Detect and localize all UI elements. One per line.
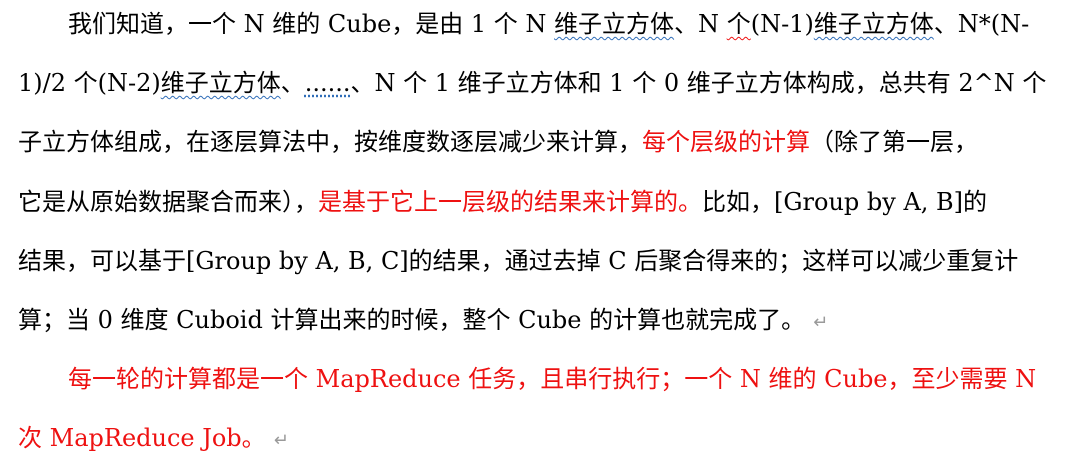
text-segment: 比如，[Group by A, B]的	[702, 188, 988, 216]
paragraph-2-line-1: 每一轮的计算都是一个 MapReduce 任务，且串行执行；一个 N 维的 Cu…	[68, 364, 1036, 394]
text-segment: (N-1)	[750, 10, 814, 38]
spelling-underlined-text: 个	[726, 10, 751, 38]
paragraph-1-line-5: 结果，可以基于[Group by A, B, C]的结果，通过去掉 C 后聚合得…	[18, 246, 1018, 276]
paragraph-1-line-2: 1)/2 个(N-2)维子立方体、......、N 个 1 维子立方体和 1 个…	[18, 68, 1046, 98]
grammar-underlined-text: 维子立方体	[554, 10, 675, 38]
highlighted-red-text: 是基于它上一层级的结果来计算的。	[318, 188, 702, 216]
paragraph-2-line-2: 次 MapReduce Job。 ↵	[18, 423, 289, 453]
text-segment: 结果，可以基于[Group by A, B, C]的结果，通过去掉 C 后聚合得…	[18, 247, 1019, 275]
highlighted-red-text: 每个层级的计算	[642, 128, 810, 156]
paragraph-1-line-6: 算；当 0 维度 Cuboid 计算出来的时候，整个 Cube 的计算也就完成了…	[18, 305, 828, 335]
paragraph-1-line-1: 我们知道，一个 N 维的 Cube，是由 1 个 N 维子立方体、N 个(N-1…	[68, 9, 1029, 39]
paragraph-1-line-3: 子立方体组成，在逐层算法中，按维度数逐层减少来计算，每个层级的计算（除了第一层，	[18, 127, 978, 157]
grammar-underlined-text: 维子立方体	[813, 10, 934, 38]
text-segment: 、N*(N-	[933, 10, 1030, 38]
text-segment: 算；当 0 维度 Cuboid 计算出来的时候，整个 Cube 的计算也就完成了…	[18, 306, 806, 334]
text-segment: 次 MapReduce Job。	[18, 424, 266, 452]
text-segment: （除了第一层，	[810, 128, 978, 156]
paragraph-mark-icon: ↵	[273, 430, 289, 451]
text-segment: 、N 个 1 维子立方体和 1 个 0 维子立方体构成，总共有 2^N 个	[350, 69, 1047, 97]
paragraph-mark-icon: ↵	[813, 312, 829, 333]
text-segment: 、	[280, 69, 305, 97]
text-segment: 1)/2 个(N-2)	[18, 69, 161, 97]
paragraph-1-line-4: 它是从原始数据聚合而来），是基于它上一层级的结果来计算的。比如，[Group b…	[18, 187, 987, 217]
grammar-underlined-text: 维子立方体	[160, 69, 281, 97]
text-segment: 子立方体组成，在逐层算法中，按维度数逐层减少来计算，	[18, 128, 642, 156]
text-segment: 我们知道，一个 N 维的 Cube，是由 1 个 N	[68, 10, 555, 38]
text-segment: 每一轮的计算都是一个 MapReduce 任务，且串行执行；一个 N 维的 Cu…	[68, 365, 1037, 393]
dotted-underlined-text: ......	[304, 69, 351, 97]
text-segment: 它是从原始数据聚合而来），	[18, 188, 318, 216]
text-segment: 、N	[674, 10, 727, 38]
